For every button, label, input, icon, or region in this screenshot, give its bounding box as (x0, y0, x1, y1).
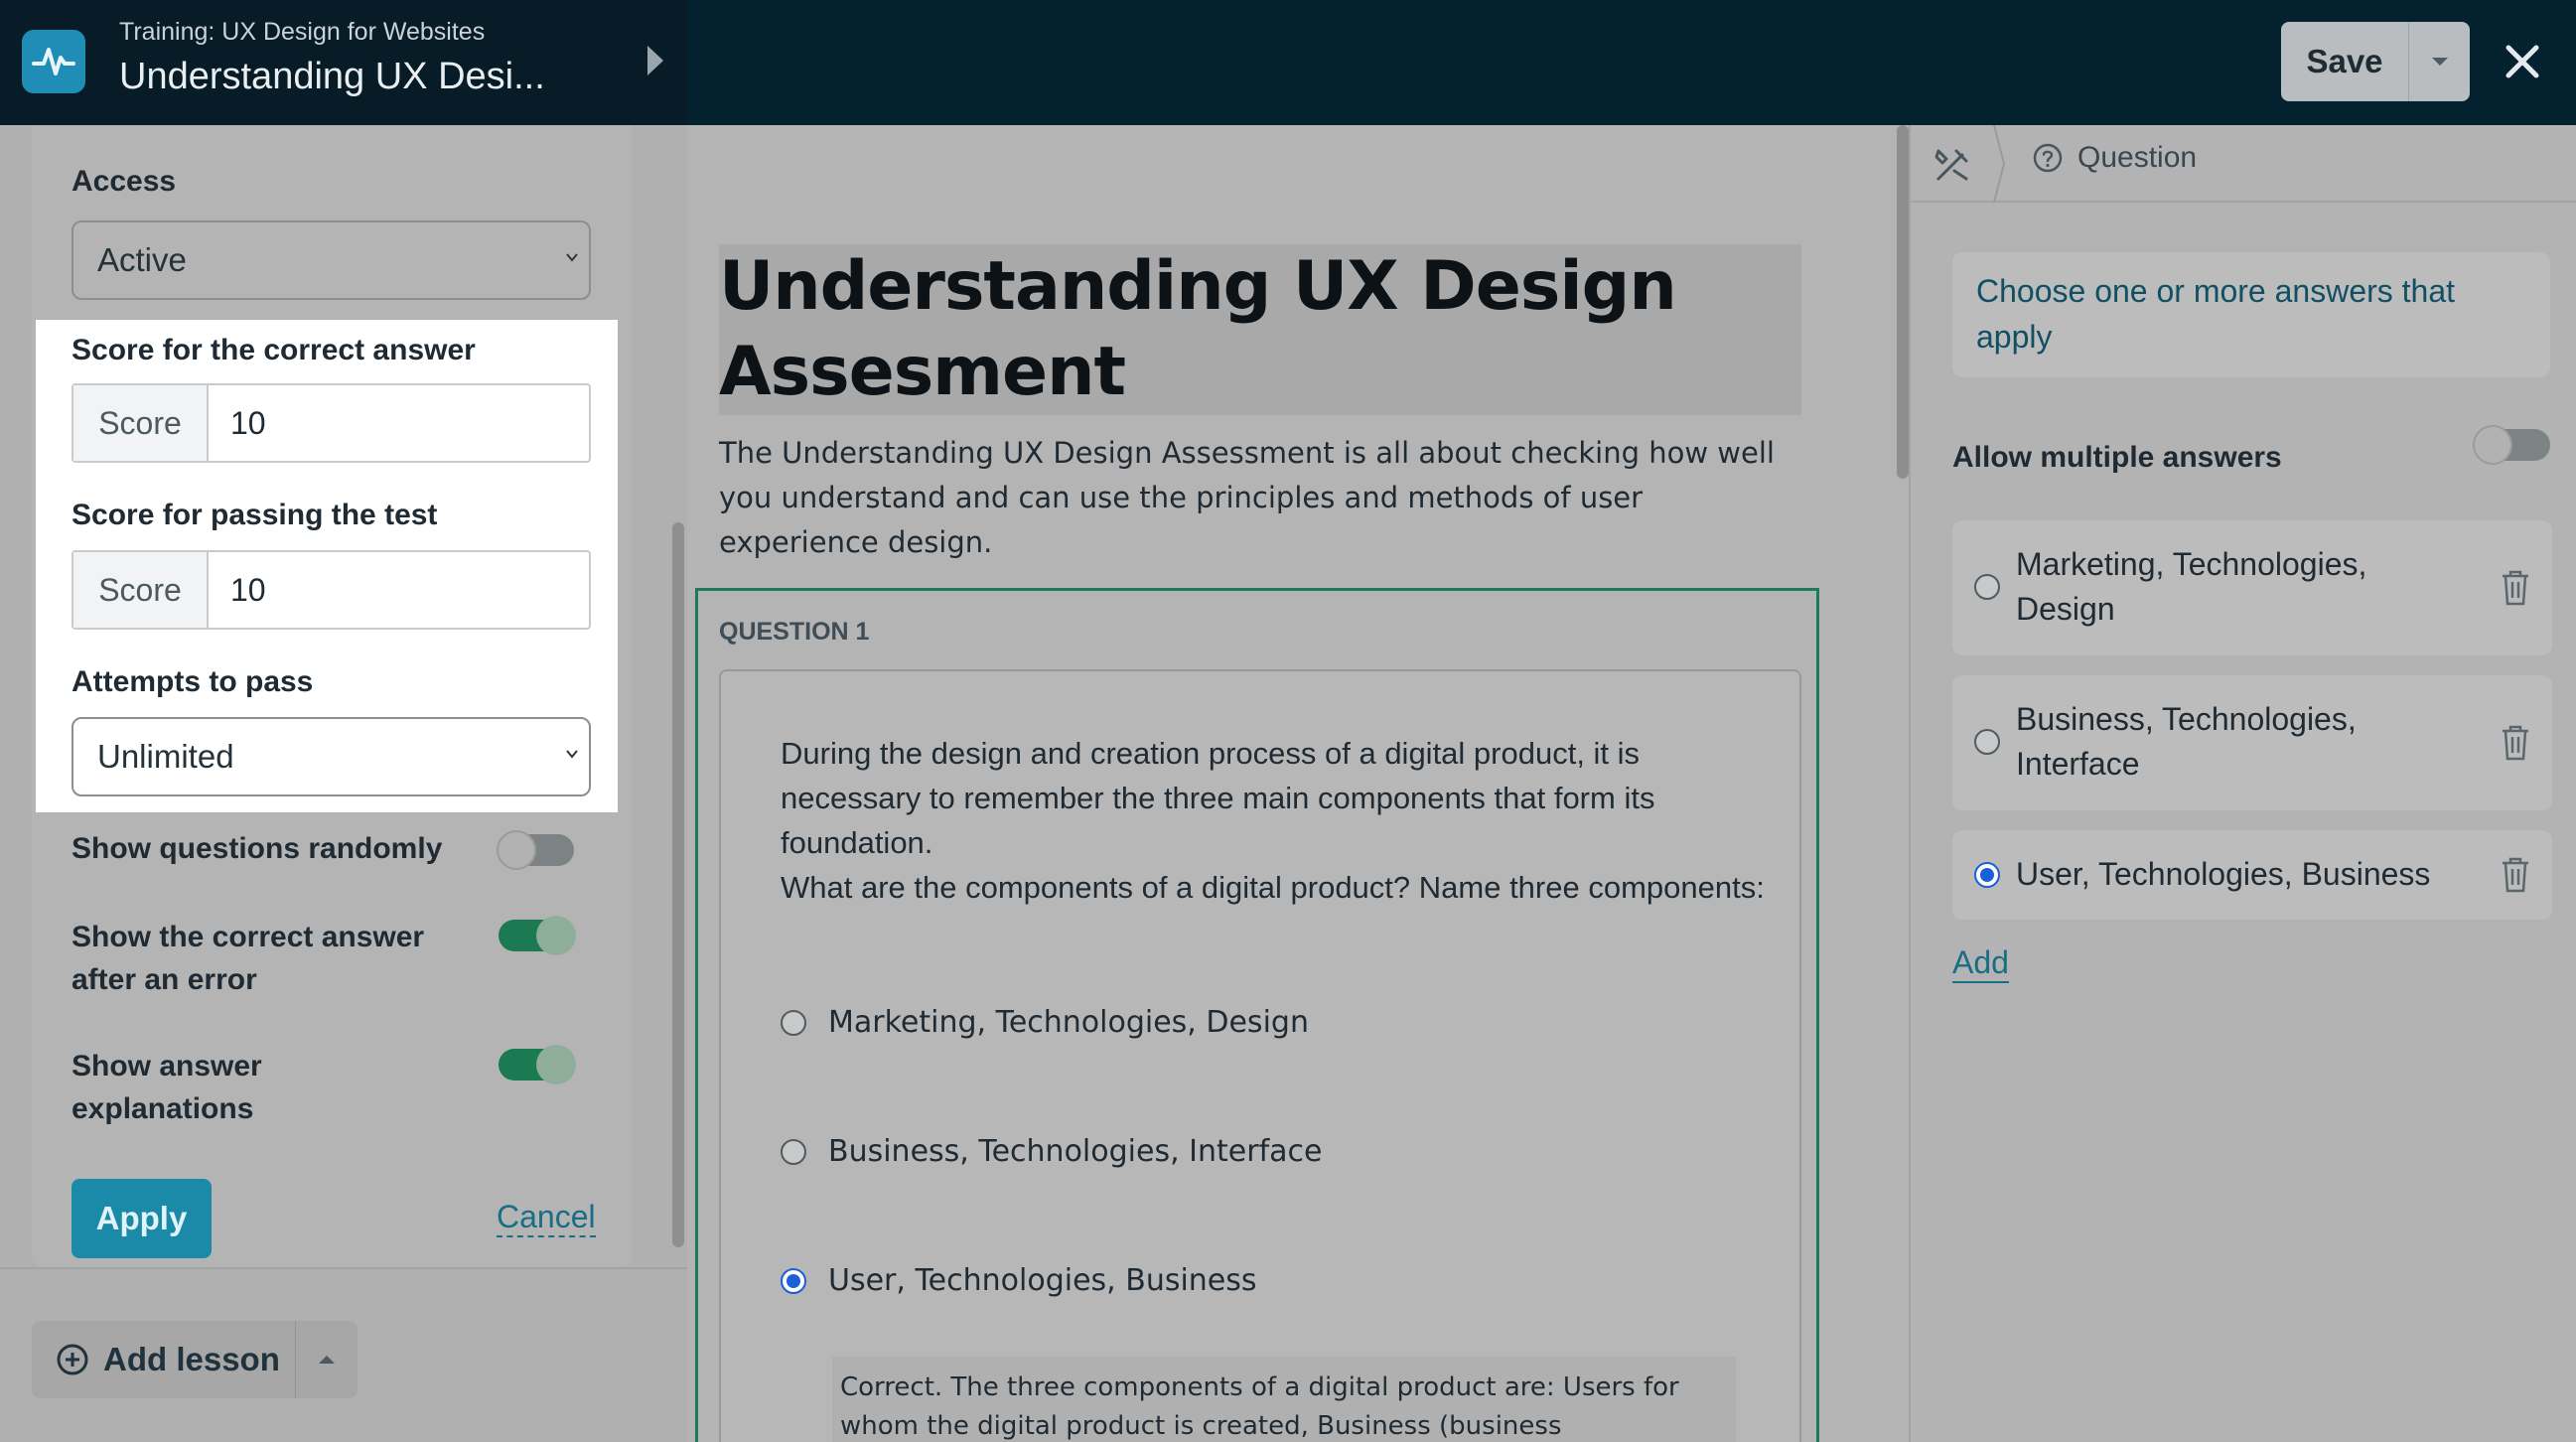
answer-option-label: User, Technologies, Business (828, 1263, 1257, 1298)
attempts-select[interactable]: Unlimited (72, 717, 591, 796)
answer-item[interactable]: User, Technologies, Business (1952, 830, 2552, 920)
lesson-editor: Understanding UX Design Assesment The Un… (687, 125, 1909, 1442)
answer-option[interactable]: Business, Technologies, Interface (781, 1134, 1322, 1169)
breadcrumb[interactable]: Training: UX Design for Websites (119, 18, 485, 47)
expand-arrow-icon[interactable] (647, 46, 663, 75)
trash-icon[interactable] (2499, 855, 2532, 895)
score-pass-input[interactable]: 10 (209, 552, 589, 628)
page-title[interactable]: Understanding UX Design Assesment (719, 244, 1772, 415)
answer-option[interactable]: User, Technologies, Business (781, 1263, 1257, 1298)
add-lesson-options-button[interactable] (295, 1321, 358, 1398)
answer-option-label: Business, Technologies, Interface (828, 1134, 1323, 1169)
toggle-label-correct-answer: Show the correct answer after an error (72, 921, 425, 996)
attempts-value: Unlimited (97, 738, 234, 775)
page-description[interactable]: The Understanding UX Design Assessment i… (719, 431, 1801, 565)
top-bar: Training: UX Design for Websites Underst… (0, 0, 2576, 125)
radio-button[interactable] (1974, 729, 2000, 755)
toggle-allow-multiple[interactable] (2473, 425, 2550, 465)
toggle-label-random: Show questions randomly (72, 832, 443, 865)
score-correct-field[interactable]: Score 10 (72, 383, 591, 463)
chevron-down-icon (566, 253, 578, 262)
access-select[interactable]: Active (72, 220, 591, 300)
settings-panel: Access Active Score for the correct answ… (0, 125, 687, 1442)
divider (0, 1267, 687, 1269)
add-lesson-group: Add lesson (32, 1321, 358, 1398)
scrollbar[interactable] (1897, 125, 1909, 479)
activity-logo-icon (22, 30, 85, 93)
apply-button[interactable]: Apply (72, 1179, 212, 1258)
tools-icon[interactable] (1932, 145, 1972, 185)
question-text-line-2: What are the components of a digital pro… (781, 870, 1765, 905)
close-icon (2505, 45, 2539, 78)
toggle-show-correct-answer[interactable] (499, 916, 576, 955)
toggle-random-questions[interactable] (497, 830, 574, 870)
lesson-header: Training: UX Design for Websites Underst… (0, 0, 687, 125)
toggle-label-explanations: Show answer explanations (72, 1050, 262, 1125)
radio-button[interactable] (781, 1009, 806, 1036)
toggle-show-explanations[interactable] (499, 1045, 576, 1084)
allow-multiple-label: Allow multiple answers (1952, 441, 2282, 474)
chevron-up-icon (319, 1356, 335, 1364)
radio-button[interactable] (1974, 574, 2000, 600)
radio-button-selected[interactable] (781, 1267, 806, 1294)
lesson-title: Understanding UX Desi... (119, 56, 545, 97)
question-properties-panel: Question Choose one or more answers that… (1909, 125, 2576, 1442)
question-number-label: QUESTION 1 (719, 618, 870, 646)
save-button[interactable]: Save (2281, 22, 2408, 101)
close-button[interactable] (2495, 32, 2550, 91)
trash-icon[interactable] (2499, 568, 2532, 608)
answer-item-label[interactable]: User, Technologies, Business (2016, 852, 2493, 897)
attempts-label: Attempts to pass (72, 665, 314, 698)
chevron-down-icon (2431, 58, 2448, 66)
radio-button[interactable] (781, 1138, 806, 1165)
score-correct-input[interactable]: 10 (209, 385, 589, 461)
add-lesson-label: Add lesson (103, 1341, 280, 1377)
tab-question-label: Question (2077, 141, 2198, 174)
radio-button-selected[interactable] (1974, 862, 2000, 888)
answer-item[interactable]: Marketing, Technologies, Design (1952, 520, 2552, 655)
tab-question[interactable]: Question (2032, 141, 2197, 175)
question-hint[interactable]: Choose one or more answers that apply (1952, 252, 2550, 377)
answer-item[interactable]: Business, Technologies, Interface (1952, 675, 2552, 810)
score-addon: Score (73, 552, 209, 628)
properties-header: Question (1911, 125, 2576, 203)
question-text: During the design and creation process o… (781, 731, 1774, 910)
add-answer-link[interactable]: Add (1952, 943, 2009, 983)
score-correct-label: Score for the correct answer (72, 334, 476, 366)
score-addon: Score (73, 385, 209, 461)
cancel-link[interactable]: Cancel (497, 1198, 596, 1237)
answer-option[interactable]: Marketing, Technologies, Design (781, 1005, 1309, 1040)
score-pass-label: Score for passing the test (72, 499, 438, 531)
chevron-down-icon (566, 750, 578, 759)
question-circle-icon (2033, 143, 2063, 173)
access-value: Active (97, 241, 187, 278)
trash-icon[interactable] (2499, 723, 2532, 763)
access-label: Access (72, 165, 177, 198)
save-options-button[interactable] (2408, 22, 2470, 101)
scrollbar[interactable] (672, 522, 684, 1247)
save-button-group: Save (2281, 22, 2470, 101)
answer-explanation: Correct. The three components of a digit… (832, 1357, 1736, 1442)
score-pass-field[interactable]: Score 10 (72, 550, 591, 630)
plus-circle-icon (57, 1344, 88, 1375)
add-lesson-button[interactable]: Add lesson (32, 1321, 295, 1398)
answer-item-label[interactable]: Business, Technologies, Interface (2016, 697, 2443, 787)
answer-option-label: Marketing, Technologies, Design (828, 1005, 1309, 1040)
breadcrumb-separator-icon (1993, 125, 2006, 203)
answer-item-label[interactable]: Marketing, Technologies, Design (2016, 542, 2443, 632)
question-text-line-1: During the design and creation process o… (781, 736, 1655, 860)
